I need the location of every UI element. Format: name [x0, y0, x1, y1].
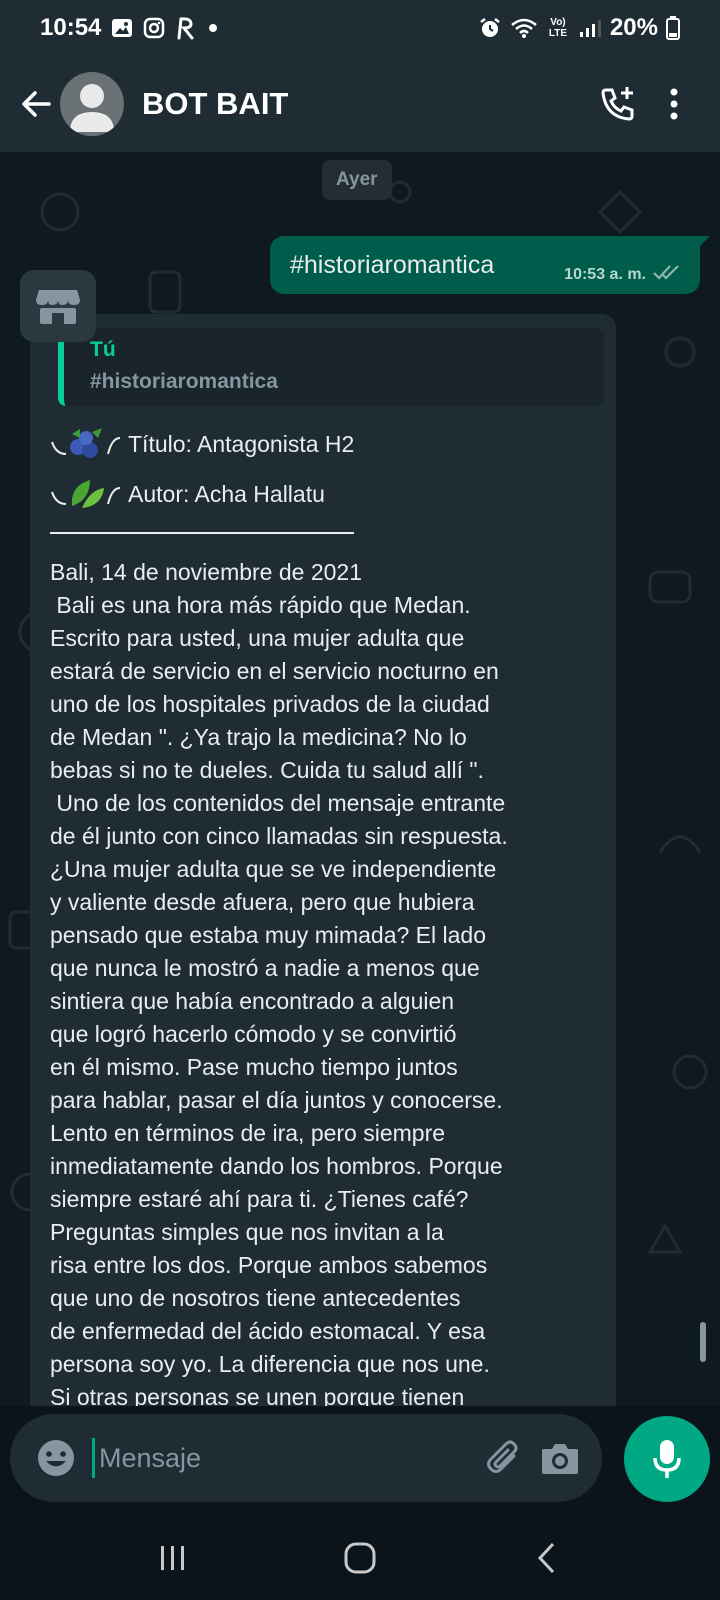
- outgoing-message-time: 10:53 a. m.: [564, 265, 646, 283]
- message-input-box: [10, 1414, 602, 1502]
- quoted-author: Tú: [90, 338, 116, 361]
- instagram-icon: [143, 17, 165, 39]
- alarm-icon: [478, 16, 502, 40]
- signal-icon: [578, 17, 602, 39]
- input-area: [0, 1406, 720, 1516]
- recent-apps-icon[interactable]: [138, 1523, 208, 1593]
- r-app-icon: [175, 16, 197, 40]
- back-arrow-icon[interactable]: [8, 76, 64, 132]
- mic-icon: [653, 1440, 681, 1478]
- gallery-icon: [111, 17, 133, 39]
- avatar[interactable]: [60, 72, 124, 136]
- scrollbar-thumb[interactable]: [700, 1322, 706, 1362]
- bubble-tail: [696, 236, 710, 250]
- double-check-icon: [652, 263, 682, 286]
- status-right: Vo) LTE 20%: [478, 14, 680, 42]
- emoji-icon[interactable]: [26, 1428, 86, 1488]
- story-title-line: Título: Antagonista H2: [50, 426, 604, 462]
- incoming-message[interactable]: Tú #historiaromantica Título: Antagonist…: [30, 314, 616, 1406]
- network-label: Vo) LTE: [548, 17, 568, 39]
- dot-icon: [207, 22, 219, 34]
- chat-header: BOT BAIT: [0, 56, 720, 152]
- status-time: 10:54: [40, 14, 102, 41]
- leaf-emoji: [50, 476, 124, 512]
- blueberries-emoji: [50, 426, 124, 462]
- mic-button[interactable]: [624, 1416, 710, 1502]
- outgoing-message[interactable]: #historiaromantica 10:53 a. m.: [270, 236, 710, 294]
- camera-icon[interactable]: [532, 1430, 588, 1486]
- system-nav-bar: [0, 1516, 720, 1600]
- more-vert-icon[interactable]: [646, 76, 702, 132]
- store-icon[interactable]: [20, 270, 96, 342]
- battery-icon: [666, 16, 680, 40]
- back-icon[interactable]: [512, 1523, 582, 1593]
- story-author: Autor: Acha Hallatu: [128, 480, 325, 507]
- wifi-icon: [510, 17, 538, 39]
- outgoing-message-text: #historiaromantica: [290, 250, 495, 279]
- avatar-placeholder-icon: [70, 84, 114, 132]
- message-input[interactable]: [92, 1438, 476, 1478]
- story-title: Título: Antagonista H2: [128, 430, 355, 457]
- story-author-line: Autor: Acha Hallatu: [50, 476, 604, 512]
- status-bar: 10:54 Vo) LTE 20%: [0, 0, 720, 56]
- divider: [50, 532, 354, 534]
- attach-icon[interactable]: [476, 1430, 532, 1486]
- quoted-message[interactable]: Tú #historiaromantica: [58, 328, 604, 406]
- story-body-text: Bali, 14 de noviembre de 2021 Bali es un…: [50, 559, 508, 1406]
- battery-percent: 20%: [609, 14, 658, 41]
- outgoing-message-meta: 10:53 a. m.: [564, 263, 682, 286]
- status-left: 10:54: [40, 14, 219, 42]
- date-chip: Ayer: [322, 160, 392, 200]
- home-icon[interactable]: [325, 1523, 395, 1593]
- chat-area[interactable]: Ayer #historiaromantica 10:53 a. m. Tú #…: [0, 152, 720, 1406]
- quoted-text: #historiaromantica: [90, 370, 278, 393]
- add-call-icon[interactable]: [590, 76, 646, 132]
- chat-title[interactable]: BOT BAIT: [142, 86, 590, 122]
